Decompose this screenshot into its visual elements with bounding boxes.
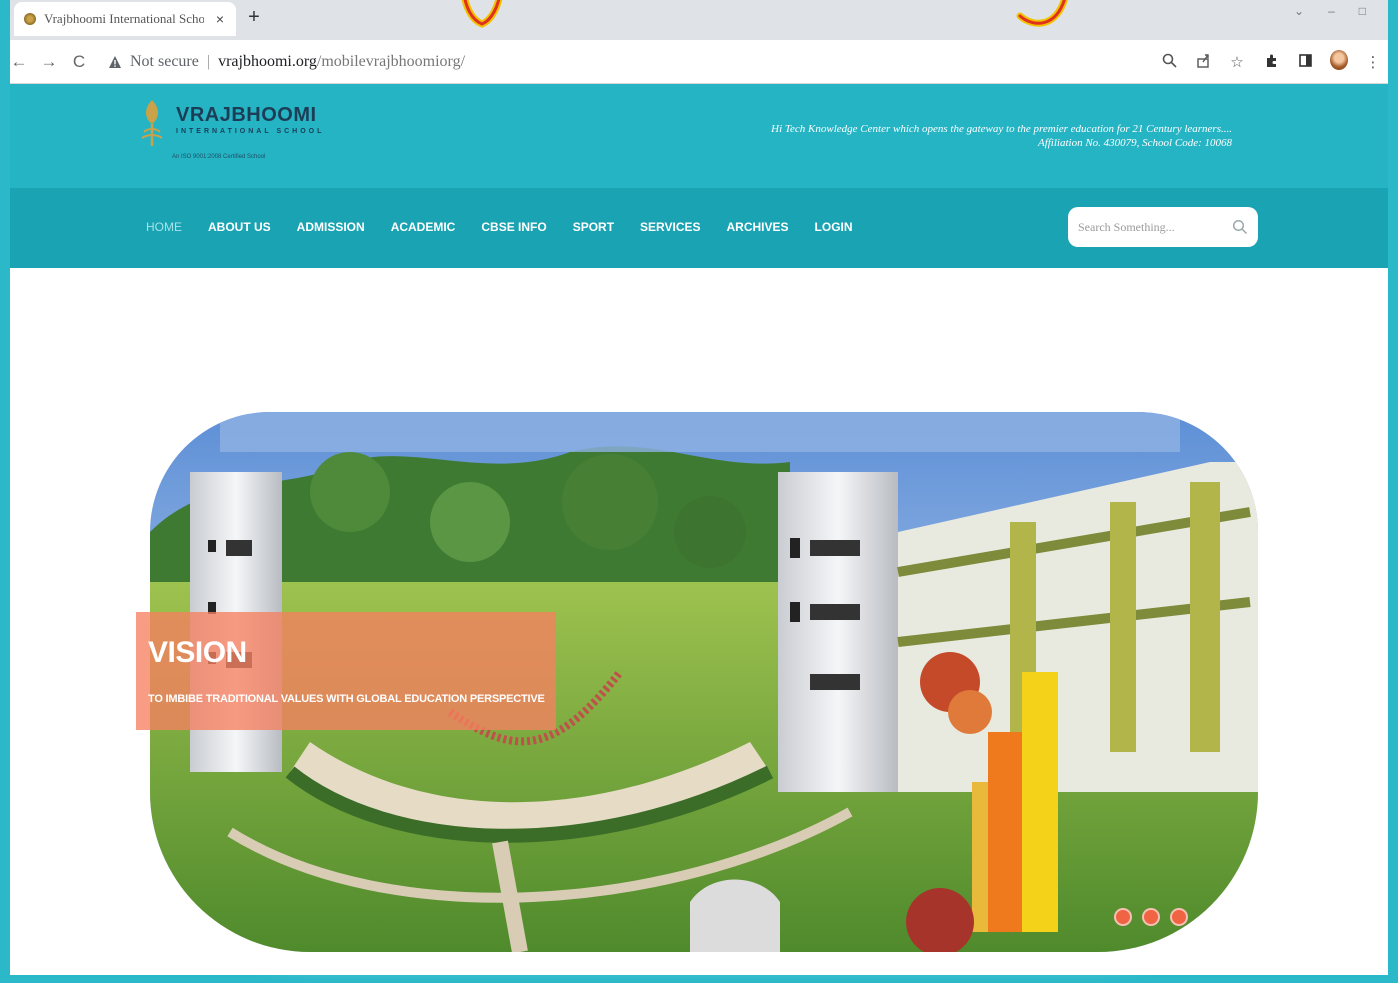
tab-vrajbhoomi[interactable]: Vrajbhoomi International School ×: [14, 2, 236, 36]
warning-icon: [109, 56, 121, 68]
address-bar-row: ← → C Not secure | vrajbhoomi.org/mobile…: [10, 40, 1388, 84]
logo-iso-note: An ISO 9001:2008 Certified School: [172, 154, 266, 160]
nav-item-cbse-info[interactable]: CBSE INFO: [481, 220, 546, 234]
search-icon[interactable]: [1232, 219, 1248, 235]
nav-item-home[interactable]: HOME: [146, 220, 182, 234]
header-tagline: Hi Tech Knowledge Center which opens the…: [771, 122, 1232, 150]
slider-dot-3[interactable]: [1170, 908, 1188, 926]
school-logo[interactable]: VRAJBHOOMI INTERNATIONAL SCHOOL An ISO 9…: [138, 98, 338, 168]
tab-close-icon[interactable]: ×: [212, 11, 228, 27]
tagline-line: Hi Tech Knowledge Center which opens the…: [771, 123, 1232, 135]
url-host: vrajbhoomi.org: [218, 53, 317, 70]
affiliation-line: Affiliation No. 430079, School Code: 100…: [1037, 137, 1232, 149]
nav-item-archives[interactable]: ARCHIVES: [727, 220, 789, 234]
maximize-icon[interactable]: □: [1359, 4, 1366, 18]
url-omnibox[interactable]: Not secure | vrajbhoomi.org/mobilevrajbh…: [108, 48, 1188, 76]
slide-caption-panel: [136, 612, 556, 730]
toolbar-icons: ☆ ⋮: [1160, 50, 1382, 74]
slider-dot-2[interactable]: [1142, 908, 1160, 926]
slide-caption: TO IMBIBE TRADITIONAL VALUES WITH GLOBAL…: [148, 693, 545, 705]
nav-item-login[interactable]: LOGIN: [815, 220, 853, 234]
nav-item-sport[interactable]: SPORT: [573, 220, 614, 234]
main-navbar: HOME ABOUT US ADMISSION ACADEMIC CBSE IN…: [10, 188, 1388, 268]
nav-item-about-us[interactable]: ABOUT US: [208, 220, 271, 234]
profile-avatar[interactable]: [1330, 50, 1348, 74]
handwritten-doodle-icon: [461, 0, 503, 28]
handwritten-doodle-icon: [1016, 0, 1068, 27]
slider-dot-1[interactable]: [1114, 908, 1132, 926]
not-secure-label: Not secure: [130, 53, 199, 70]
logo-name: VRAJBHOOMI: [176, 104, 317, 126]
menu-icon[interactable]: ⋮: [1364, 53, 1382, 71]
emblem-icon: [141, 100, 163, 146]
url-text: vrajbhoomi.org/mobilevrajbhoomiorg/: [218, 53, 465, 71]
url-path: /mobilevrajbhoomiorg/: [316, 53, 466, 70]
site-search: [1068, 207, 1258, 247]
share-icon[interactable]: [1194, 53, 1212, 72]
nav-item-academic[interactable]: ACADEMIC: [391, 220, 456, 234]
star-icon[interactable]: ☆: [1228, 53, 1246, 71]
nav-item-services[interactable]: SERVICES: [640, 220, 700, 234]
sidepanel-icon[interactable]: [1296, 53, 1314, 72]
window-controls: ⌄ – □: [1294, 4, 1366, 18]
url-separator: |: [206, 53, 211, 70]
slide-title: VISION: [148, 636, 247, 669]
site-header: VRAJBHOOMI INTERNATIONAL SCHOOL An ISO 9…: [10, 84, 1388, 188]
forward-arrow-icon[interactable]: →: [34, 52, 64, 72]
extensions-icon[interactable]: [1262, 53, 1280, 72]
slider-pagination: [1114, 908, 1188, 926]
back-arrow-icon[interactable]: ←: [4, 52, 34, 72]
search-input[interactable]: [1078, 219, 1232, 235]
favicon-icon: [24, 13, 36, 25]
tab-strip: Vrajbhoomi International School × + ⌄ – …: [10, 0, 1388, 40]
reload-icon[interactable]: C: [64, 52, 94, 72]
logo-subtitle: INTERNATIONAL SCHOOL: [176, 128, 325, 135]
chevron-down-icon[interactable]: ⌄: [1294, 4, 1304, 18]
minimize-icon[interactable]: –: [1328, 4, 1335, 18]
tab-title: Vrajbhoomi International School: [44, 11, 204, 26]
nav-item-admission[interactable]: ADMISSION: [297, 220, 365, 234]
zoom-icon[interactable]: [1160, 53, 1178, 72]
new-tab-button[interactable]: +: [244, 6, 264, 29]
main-menu: HOME ABOUT US ADMISSION ACADEMIC CBSE IN…: [146, 220, 853, 234]
